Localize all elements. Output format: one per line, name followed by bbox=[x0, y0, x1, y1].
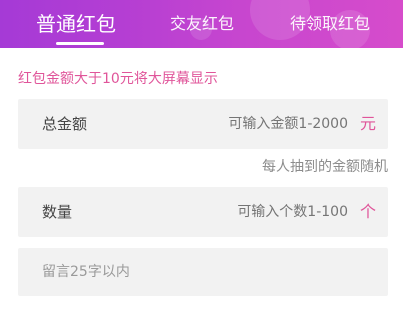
count-input[interactable] bbox=[148, 187, 348, 237]
amount-label: 总金额 bbox=[42, 115, 88, 133]
count-label: 数量 bbox=[42, 203, 73, 221]
tab-friend-redpacket[interactable]: 交友红包 bbox=[170, 0, 234, 48]
tab-bar: 普通红包 交友红包 待领取红包 bbox=[0, 0, 403, 48]
amount-field[interactable]: 总金额 元 bbox=[18, 99, 388, 149]
tab-pending-redpacket[interactable]: 待领取红包 bbox=[290, 0, 370, 48]
active-tab-indicator bbox=[56, 42, 104, 45]
count-field[interactable]: 数量 个 bbox=[18, 187, 388, 237]
message-field[interactable]: 留言25字以内 bbox=[18, 248, 388, 296]
message-placeholder[interactable]: 留言25字以内 bbox=[42, 248, 130, 296]
big-screen-notice: 红包金额大于10元将大屏幕显示 bbox=[18, 71, 218, 87]
amount-input[interactable] bbox=[148, 99, 348, 149]
amount-unit: 元 bbox=[359, 114, 376, 133]
count-unit: 个 bbox=[359, 202, 376, 221]
random-amount-hint: 每人抽到的金额随机 bbox=[262, 159, 388, 175]
tab-normal-redpacket[interactable]: 普通红包 bbox=[36, 0, 116, 48]
